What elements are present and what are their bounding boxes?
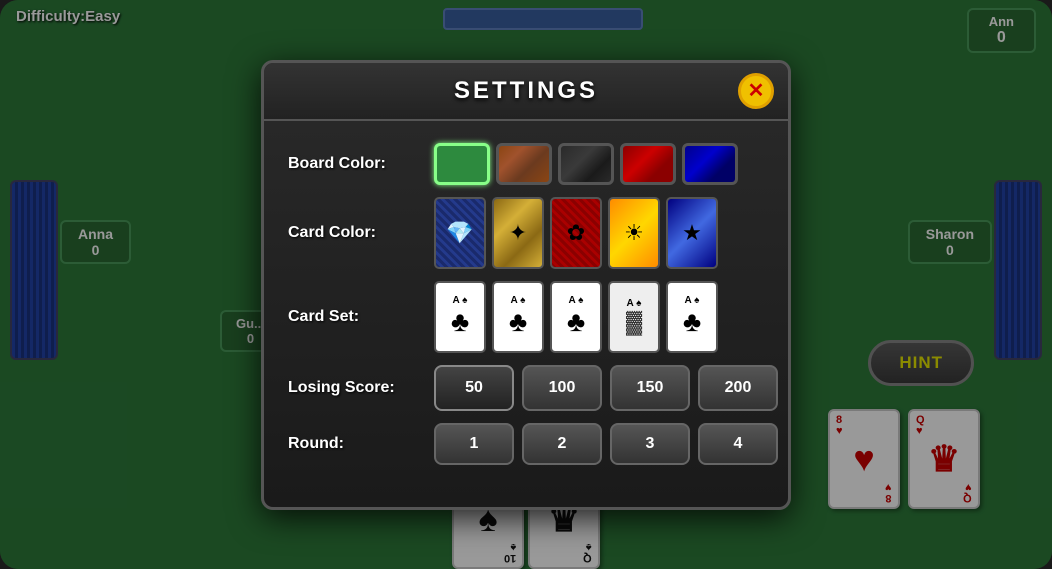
card-back-red[interactable]: ✿ — [550, 197, 602, 269]
card-back-blue[interactable]: 💎 — [434, 197, 486, 269]
game-background: Difficulty:Easy Ann 0 Anna 0 Sharon 0 — [0, 0, 1052, 569]
card-back-orange[interactable]: ☀ — [608, 197, 660, 269]
device-frame: Difficulty:Easy Ann 0 Anna 0 Sharon 0 — [0, 0, 1052, 569]
round-row: Round: 1 2 3 4 — [288, 423, 764, 465]
card-set-1[interactable]: A ♠ ♣ — [434, 281, 486, 353]
board-color-blue[interactable] — [682, 143, 738, 185]
modal-body: Board Color: Card Color: � — [264, 121, 788, 487]
board-color-wood[interactable] — [496, 143, 552, 185]
card-set-label: Card Set: — [288, 308, 418, 326]
card-color-options: 💎 ✦ ✿ ☀ ★ — [434, 197, 718, 269]
round-btn-1[interactable]: 1 — [434, 423, 514, 465]
losing-score-label: Losing Score: — [288, 379, 418, 397]
score-btn-200[interactable]: 200 — [698, 365, 778, 411]
card-set-options: A ♠ ♣ A ♠ ♣ A ♠ ♣ — [434, 281, 718, 353]
card-set-row: Card Set: A ♠ ♣ A ♠ ♣ A ♠ — [288, 281, 764, 353]
round-label: Round: — [288, 435, 418, 453]
board-color-row: Board Color: — [288, 143, 764, 185]
settings-modal: SETTINGS ✕ Board Color: — [261, 60, 791, 510]
losing-score-buttons: 50 100 150 200 — [434, 365, 778, 411]
card-set-3[interactable]: A ♠ ♣ — [550, 281, 602, 353]
score-btn-100[interactable]: 100 — [522, 365, 602, 411]
round-btn-2[interactable]: 2 — [522, 423, 602, 465]
round-btn-3[interactable]: 3 — [610, 423, 690, 465]
board-color-green[interactable] — [434, 143, 490, 185]
score-btn-50[interactable]: 50 — [434, 365, 514, 411]
card-set-4[interactable]: A ♠ ▓ — [608, 281, 660, 353]
modal-header: SETTINGS ✕ — [264, 63, 788, 121]
round-buttons: 1 2 3 4 — [434, 423, 778, 465]
board-color-dark[interactable] — [558, 143, 614, 185]
card-set-5[interactable]: A ♠ ♣ — [666, 281, 718, 353]
score-btn-150[interactable]: 150 — [610, 365, 690, 411]
card-color-row: Card Color: 💎 ✦ ✿ ☀ ★ — [288, 197, 764, 269]
modal-title: SETTINGS — [454, 77, 598, 104]
close-button[interactable]: ✕ — [738, 73, 774, 109]
board-color-label: Board Color: — [288, 155, 418, 173]
card-back-navy[interactable]: ★ — [666, 197, 718, 269]
board-color-red[interactable] — [620, 143, 676, 185]
round-btn-4[interactable]: 4 — [698, 423, 778, 465]
board-color-options — [434, 143, 738, 185]
card-color-label: Card Color: — [288, 224, 418, 242]
modal-overlay: SETTINGS ✕ Board Color: — [0, 0, 1052, 569]
card-set-2[interactable]: A ♠ ♣ — [492, 281, 544, 353]
losing-score-row: Losing Score: 50 100 150 200 — [288, 365, 764, 411]
card-back-gold[interactable]: ✦ — [492, 197, 544, 269]
